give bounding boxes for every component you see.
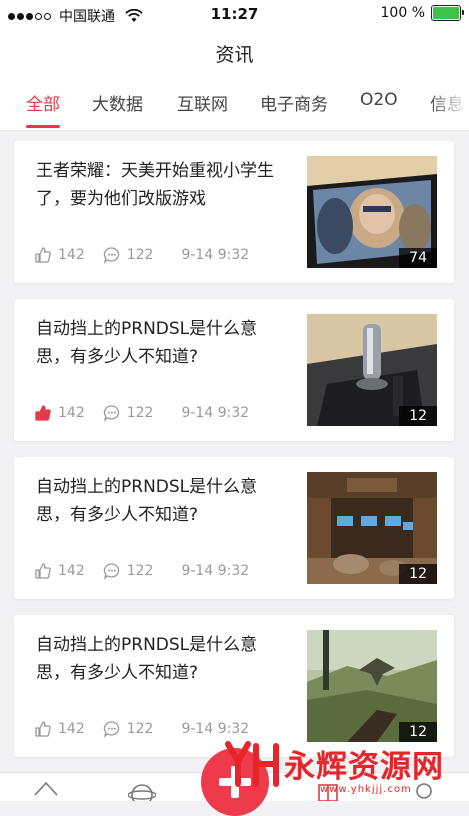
status-bar: 中国联通 11:27 100 %	[0, 0, 469, 30]
watermark-logo-icon	[225, 741, 279, 787]
article-meta: 142 122 9-14 9:32	[34, 246, 249, 264]
article-time: 9-14 9:32	[181, 247, 250, 263]
category-tabs: 全部 大数据 互联网 电子商务 O2O 信息	[0, 74, 469, 131]
comment-count: 122	[126, 405, 154, 421]
article-title: 自动挡上的PRNDSL是什么意思，有多少人不知道?	[36, 477, 258, 525]
article-thumbnail[interactable]: 12	[307, 630, 437, 742]
comment-icon[interactable]	[103, 246, 121, 264]
watermark-url: www.yhkjjj.com	[320, 784, 412, 795]
thumbs-up-icon[interactable]	[34, 562, 52, 580]
like-count: 142	[58, 247, 85, 263]
tab-internet[interactable]: 互联网	[177, 90, 228, 115]
article-thumbnail[interactable]: 74	[307, 156, 437, 268]
article-time: 9-14 9:32	[181, 721, 250, 737]
tab-big-data[interactable]: 大数据	[92, 90, 143, 115]
watermark-text: 永辉资源网	[284, 748, 444, 785]
thumbs-up-filled-icon[interactable]	[34, 404, 52, 422]
tabs-fade	[429, 74, 469, 130]
article-card[interactable]: 王者荣耀：天美开始重视小学生了，要为他们改版游戏 142 122 9-14 9:…	[14, 141, 454, 283]
tab-ecommerce[interactable]: 电子商务	[260, 90, 328, 115]
article-meta: 142 122 9-14 9:32	[34, 562, 249, 580]
like-count: 142	[58, 721, 85, 737]
article-card[interactable]: 自动挡上的PRNDSL是什么意思，有多少人不知道? 142 122 9-14 9…	[14, 299, 454, 441]
discover-icon[interactable]	[128, 781, 156, 801]
article-meta: 142 122 9-14 9:32	[34, 404, 249, 422]
comment-count: 122	[126, 563, 154, 579]
nav-bar: 资讯	[0, 30, 469, 74]
thumbs-up-icon[interactable]	[34, 246, 52, 264]
battery-level	[433, 7, 459, 19]
comment-count: 122	[126, 721, 154, 737]
article-card[interactable]: 自动挡上的PRNDSL是什么意思，有多少人不知道? 142 122 9-14 9…	[14, 457, 454, 599]
article-thumbnail[interactable]: 12	[307, 314, 437, 426]
active-tab-indicator	[26, 125, 60, 128]
watermark: 永辉资源网 www.yhkjjj.com	[222, 738, 444, 795]
battery-percent: 100 %	[380, 5, 425, 21]
article-time: 9-14 9:32	[181, 563, 250, 579]
like-count: 142	[58, 405, 85, 421]
article-title: 自动挡上的PRNDSL是什么意思，有多少人不知道?	[36, 319, 258, 367]
tab-all[interactable]: 全部	[26, 90, 60, 115]
article-title: 自动挡上的PRNDSL是什么意思，有多少人不知道?	[36, 635, 258, 683]
battery-icon	[431, 5, 464, 21]
comment-icon[interactable]	[103, 720, 121, 738]
article-card[interactable]: 自动挡上的PRNDSL是什么意思，有多少人不知道? 142 122 9-14 9…	[14, 615, 454, 757]
comment-count: 122	[126, 247, 154, 263]
image-count-badge: 12	[399, 406, 437, 426]
like-count: 142	[58, 563, 85, 579]
comment-icon[interactable]	[103, 562, 121, 580]
article-meta: 142 122 9-14 9:32	[34, 720, 249, 738]
image-count-badge: 12	[399, 564, 437, 584]
home-icon[interactable]	[32, 781, 60, 801]
comment-icon[interactable]	[103, 404, 121, 422]
article-time: 9-14 9:32	[181, 405, 250, 421]
image-count-badge: 74	[399, 248, 437, 268]
thumbs-up-icon[interactable]	[34, 720, 52, 738]
article-title: 王者荣耀：天美开始重视小学生了，要为他们改版游戏	[36, 161, 274, 209]
page-title: 资讯	[215, 44, 254, 66]
tab-o2o[interactable]: O2O	[360, 90, 398, 110]
article-thumbnail[interactable]: 12	[307, 472, 437, 584]
